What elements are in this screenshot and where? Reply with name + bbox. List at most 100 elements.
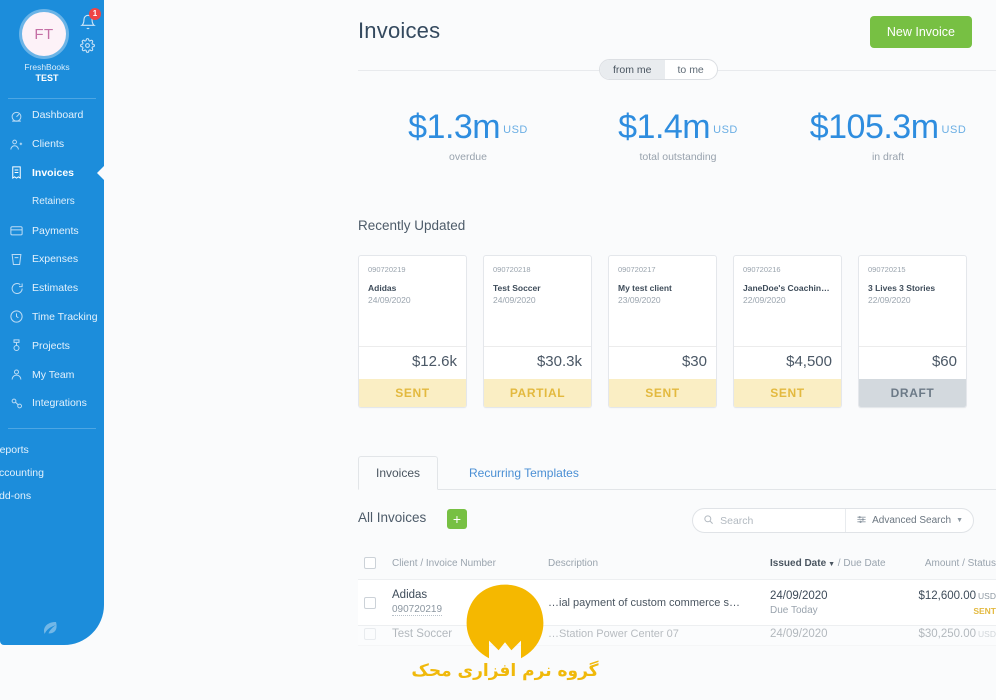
stat-currency: USD <box>503 124 528 136</box>
advanced-search-button[interactable]: Advanced Search ▼ <box>845 509 973 532</box>
right-edge-strip <box>996 0 1000 700</box>
brand-line-1: FreshBooks <box>24 62 70 72</box>
main-content: Invoices New Invoice from me to me $1.3m… <box>104 0 1000 700</box>
invoice-card[interactable]: 090720217 My test client 23/09/2020 $30 … <box>608 255 717 408</box>
sidebar-item-label: Retainers <box>32 196 75 208</box>
toggle-from-me[interactable]: from me <box>600 60 665 79</box>
row-currency: USD <box>978 590 996 601</box>
sidebar-header: FT 1 FreshBooks TEST <box>0 0 104 92</box>
card-date: 24/09/2020 <box>368 295 411 305</box>
invoice-card[interactable]: 090720216 JaneDoe's Coachin… 22/09/2020 … <box>733 255 842 408</box>
tab-invoices[interactable]: Invoices <box>358 456 439 490</box>
table-row[interactable]: Adidas 090720219 …ial payment of custom … <box>358 580 1000 626</box>
clients-icon <box>8 136 25 153</box>
sidebar-item-retainers[interactable]: Retainers <box>0 187 104 216</box>
invoice-card[interactable]: 090720218 Test Soccer 24/09/2020 $30.3k … <box>483 255 592 408</box>
row-issued-date: 24/09/2020 <box>770 628 828 640</box>
column-header-due-date: Due Date <box>843 557 886 569</box>
row-due-text: Due Today <box>770 604 818 616</box>
sidebar-item-label: Clients <box>32 138 65 151</box>
dashboard-icon <box>8 107 25 124</box>
sidebar-item-my-team[interactable]: My Team <box>0 360 104 389</box>
team-icon <box>8 366 25 383</box>
sidebar-item-projects[interactable]: Projects <box>0 331 104 360</box>
tab-bar: Invoices Recurring Templates <box>358 456 1000 490</box>
row-invoice-number[interactable]: 090720219 <box>392 604 443 616</box>
row-client-name: Adidas <box>392 589 428 601</box>
row-date-cell: 24/09/2020 <box>770 628 906 640</box>
leaf-icon <box>40 619 60 637</box>
invoice-card[interactable]: 090720219 Adidas 24/09/2020 $12.6k SENT <box>358 255 467 408</box>
integrations-icon <box>8 395 25 412</box>
sidebar-item-label: Reports <box>0 444 29 457</box>
stat-in-draft: $105.3m USD in draft <box>773 108 1000 163</box>
checkbox-box <box>364 596 376 609</box>
card-date: 24/09/2020 <box>493 295 536 305</box>
avatar[interactable]: FT <box>22 12 66 56</box>
filter-icon <box>856 514 867 528</box>
column-header-client[interactable]: Client / Invoice Number <box>392 558 548 569</box>
sidebar-item-integrations[interactable]: Integrations <box>0 389 104 418</box>
sidebar-item-expenses[interactable]: Expenses <box>0 245 104 274</box>
stat-currency: USD <box>941 124 967 136</box>
sidebar-divider-top <box>8 98 96 99</box>
sidebar-item-payments[interactable]: Payments <box>0 216 104 245</box>
sidebar-item-label: Dashboard <box>32 109 84 122</box>
card-invoice-number: 090720219 <box>368 265 406 274</box>
stat-currency: USD <box>713 124 738 136</box>
toggle-to-me[interactable]: to me <box>665 60 717 79</box>
sidebar-item-reports[interactable]: Reports <box>0 439 104 462</box>
search-input[interactable] <box>720 514 833 527</box>
row-description: …Station Power Center 07 <box>548 628 679 640</box>
card-invoice-number: 090720215 <box>868 265 906 274</box>
sidebar-item-label: Projects <box>32 339 70 352</box>
column-header-dates[interactable]: Issued Date ▼ / Due Date <box>770 558 906 569</box>
sidebar-item-clients[interactable]: Clients <box>0 130 104 159</box>
card-status-badge: SENT <box>734 379 841 407</box>
row-client-name: Test Soccer <box>392 628 453 640</box>
projects-icon <box>8 337 25 354</box>
gear-icon[interactable] <box>80 38 95 53</box>
column-header-description[interactable]: Description <box>548 558 770 569</box>
table-row[interactable]: Test Soccer …Station Power Center 07 24/… <box>358 626 1000 646</box>
notifications-bell-icon[interactable]: 1 <box>80 8 101 30</box>
card-invoice-number: 090720218 <box>493 265 531 274</box>
column-header-issued-date: Issued Date <box>770 557 827 569</box>
new-invoice-button[interactable]: New Invoice <box>869 16 972 48</box>
sidebar-item-label: Time Tracking <box>32 310 98 323</box>
avatar-initials: FT <box>34 25 54 43</box>
row-checkbox[interactable] <box>358 596 392 609</box>
advanced-search-label: Advanced Search <box>872 515 952 526</box>
sidebar-item-label: Add-ons <box>0 490 32 503</box>
tab-recurring-templates[interactable]: Recurring Templates <box>452 456 596 490</box>
sidebar-item-dashboard[interactable]: Dashboard <box>0 101 104 130</box>
stat-label: total outstanding <box>639 151 717 163</box>
sidebar-item-label: Payments <box>32 224 79 237</box>
row-issued-date: 24/09/2020 <box>770 589 828 602</box>
list-heading: All Invoices <box>358 510 427 525</box>
row-amount: $30,250.00 <box>918 628 977 640</box>
sidebar-item-add-ons[interactable]: Add-ons <box>0 485 104 508</box>
card-client: My test client <box>618 283 672 293</box>
card-amount-wrap: $30 <box>609 346 716 379</box>
invoice-direction-toggle[interactable]: from me to me <box>599 59 718 80</box>
card-amount: $4,500 <box>786 353 832 370</box>
invoice-card[interactable]: 090720215 3 Lives 3 Stories 22/09/2020 $… <box>858 255 967 408</box>
checkbox-box <box>364 628 376 640</box>
card-client: Test Soccer <box>493 283 541 293</box>
card-amount: $30 <box>681 353 707 370</box>
add-invoice-button[interactable]: + <box>447 509 467 529</box>
sidebar-item-time-tracking[interactable]: Time Tracking <box>0 303 104 332</box>
sidebar-item-estimates[interactable]: Estimates <box>0 274 104 303</box>
sidebar-item-accounting[interactable]: Accounting <box>0 462 104 485</box>
select-all-checkbox[interactable] <box>358 557 392 569</box>
row-checkbox[interactable] <box>358 628 392 640</box>
search-field-wrap[interactable] <box>693 512 845 530</box>
sidebar-item-invoices[interactable]: Invoices <box>0 159 105 188</box>
recently-updated-cards: 090720219 Adidas 24/09/2020 $12.6k SENT … <box>358 255 967 408</box>
column-header-amount-status[interactable]: Amount / Status <box>906 558 1000 569</box>
card-status-badge: DRAFT <box>859 379 966 407</box>
card-date: 22/09/2020 <box>868 295 911 305</box>
stat-amount: $1.3m <box>408 108 501 146</box>
row-description: …ial payment of custom commerce s… <box>548 596 740 609</box>
